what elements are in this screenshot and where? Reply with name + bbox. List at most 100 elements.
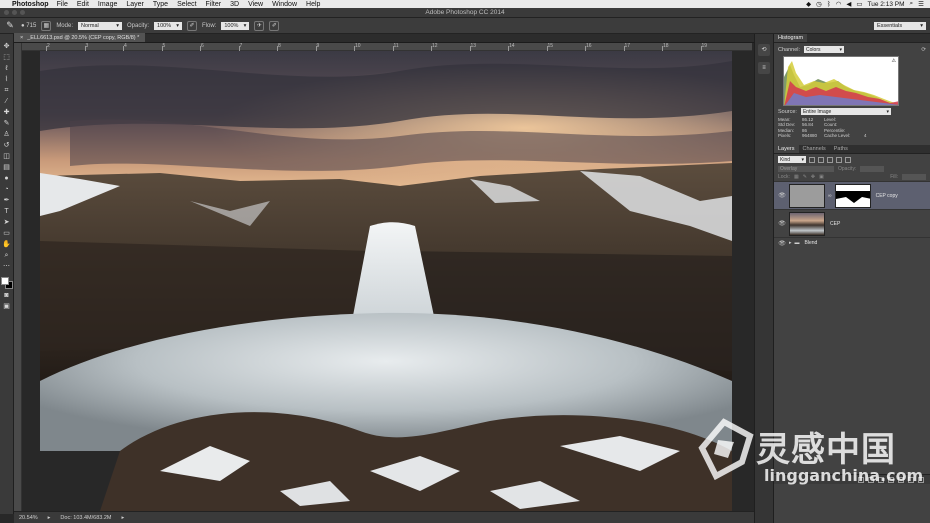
layer-row-cep[interactable]: 👁 CEP [774, 209, 930, 237]
color-swatches[interactable] [0, 277, 13, 289]
lasso-tool-icon[interactable]: ℓ [2, 64, 12, 73]
notification-center-icon[interactable]: ☰ [918, 0, 924, 8]
flow-field[interactable]: 100% ▾ [221, 21, 250, 30]
quick-mask-icon[interactable]: ◙ [2, 291, 12, 300]
foreground-color-swatch[interactable] [0, 277, 9, 285]
pen-tool-icon[interactable]: ✒ [2, 196, 12, 205]
battery-icon[interactable]: ▭ [856, 0, 862, 8]
kind-filter-dropdown[interactable]: Kind ▾ [778, 156, 806, 163]
filter-pixel-icon[interactable] [809, 156, 815, 163]
airbrush-icon[interactable]: ✈ [254, 20, 265, 31]
wifi-icon[interactable]: ◠ [836, 0, 842, 8]
filter-adjustment-icon[interactable] [818, 156, 824, 163]
layer-thumbnail[interactable] [789, 211, 825, 236]
path-selection-tool-icon[interactable]: ➤ [2, 218, 12, 227]
layer-opacity-field[interactable] [860, 166, 885, 172]
hand-tool-icon[interactable]: ✋ [2, 240, 12, 249]
brush-preset-picker[interactable]: ● 715 [21, 23, 36, 29]
visibility-eye-icon[interactable]: 👁 [778, 240, 786, 247]
menu-window[interactable]: Window [272, 1, 297, 8]
menu-filter[interactable]: Filter [206, 1, 222, 8]
crop-tool-icon[interactable]: ⌗ [2, 86, 12, 95]
tab-layers[interactable]: Layers [774, 145, 799, 153]
vertical-ruler[interactable] [14, 43, 22, 511]
screen-mode-icon[interactable]: ▣ [2, 302, 12, 311]
eyedropper-tool-icon[interactable]: ⁄ [2, 97, 12, 106]
bluetooth-icon[interactable]: ᛒ [827, 1, 831, 8]
close-tab-icon[interactable]: × [20, 35, 23, 41]
menu-edit[interactable]: Edit [77, 1, 89, 8]
time-machine-icon[interactable]: ◷ [816, 0, 822, 8]
clone-stamp-tool-icon[interactable]: ♙ [2, 130, 12, 139]
canvas-area[interactable] [22, 51, 752, 511]
minimize-window-button[interactable] [12, 10, 17, 15]
workspace-switcher[interactable]: Essentials ▾ [874, 21, 926, 30]
dodge-tool-icon[interactable]: ◔ [2, 185, 12, 194]
layer-mask-thumbnail[interactable] [834, 183, 871, 208]
document-tab[interactable]: × _ELL6613.psd @ 20.5% (CEP copy, RGB/8)… [14, 33, 146, 42]
fill-field[interactable] [902, 174, 926, 180]
lock-position-icon[interactable]: ✥ [811, 174, 815, 180]
shape-tool-icon[interactable]: ▭ [2, 229, 12, 238]
filter-shape-icon[interactable] [836, 156, 842, 163]
move-tool-icon[interactable]: ✥ [2, 42, 12, 51]
document-image[interactable] [40, 51, 732, 511]
dropbox-icon[interactable]: ◆ [806, 0, 811, 8]
gradient-tool-icon[interactable]: ▤ [2, 163, 12, 172]
brush-tool-icon[interactable]: ✎ [4, 20, 16, 32]
close-window-button[interactable] [4, 10, 9, 15]
blend-mode-dropdown[interactable]: Overlay [778, 166, 834, 172]
menu-layer[interactable]: Layer [126, 1, 144, 8]
properties-panel-icon[interactable]: ≡ [758, 62, 770, 74]
marquee-tool-icon[interactable]: ⬚ [2, 53, 12, 62]
warning-icon[interactable]: ⚠ [892, 58, 896, 64]
pressure-opacity-icon[interactable]: ✐ [187, 20, 198, 31]
menubar-clock[interactable]: Tue 2:13 PM [868, 1, 905, 8]
lock-pixels-icon[interactable]: ✎ [803, 174, 807, 180]
filter-type-icon[interactable] [827, 156, 833, 163]
layer-row-cep-copy[interactable]: 👁 ∞ CEP copy [774, 181, 930, 209]
horizontal-ruler[interactable]: 2 3 4 5 6 7 8 9 10 11 12 13 14 15 16 17 18 19 [22, 43, 752, 51]
channel-dropdown[interactable]: Colors ▾ [804, 46, 845, 53]
menu-file[interactable]: File [57, 1, 68, 8]
opacity-field[interactable]: 100% ▾ [154, 21, 183, 30]
volume-icon[interactable]: ◀ [846, 0, 851, 8]
layer-thumbnail[interactable] [789, 183, 825, 208]
menu-3d[interactable]: 3D [230, 1, 239, 8]
mode-dropdown[interactable]: Normal ▾ [78, 21, 122, 30]
zoom-window-button[interactable] [20, 10, 25, 15]
menu-help[interactable]: Help [306, 1, 320, 8]
pressure-size-icon[interactable]: ✐ [269, 20, 280, 31]
filter-smart-object-icon[interactable] [845, 156, 851, 163]
quick-select-tool-icon[interactable]: ⌇ [2, 75, 12, 84]
brush-panel-toggle-icon[interactable]: ▦ [41, 20, 52, 31]
zoom-tool-icon[interactable]: ⌕ [2, 251, 12, 260]
blur-tool-icon[interactable]: ● [2, 174, 12, 183]
history-brush-tool-icon[interactable]: ↺ [2, 141, 12, 150]
app-menu[interactable]: Photoshop [12, 1, 49, 8]
visibility-eye-icon[interactable]: 👁 [778, 192, 786, 199]
brush-tool-icon[interactable]: ✎ [2, 119, 12, 128]
menu-select[interactable]: Select [177, 1, 196, 8]
eraser-tool-icon[interactable]: ◫ [2, 152, 12, 161]
refresh-icon[interactable]: ⟳ [921, 47, 926, 53]
history-panel-icon[interactable]: ⟲ [758, 44, 770, 56]
lock-transparent-icon[interactable]: ▦ [794, 174, 799, 180]
menu-image[interactable]: Image [98, 1, 117, 8]
menu-type[interactable]: Type [153, 1, 168, 8]
tab-paths[interactable]: Paths [830, 145, 852, 153]
status-menu-icon[interactable]: ▸ [48, 515, 51, 521]
link-icon[interactable]: ∞ [828, 193, 832, 199]
expand-group-icon[interactable]: ▸ [789, 240, 792, 246]
spotlight-icon[interactable]: ⌕ [910, 0, 914, 8]
menu-view[interactable]: View [248, 1, 263, 8]
layer-row-blend-group[interactable]: 👁 ▸ ▬ Blend [774, 237, 930, 248]
healing-brush-tool-icon[interactable]: ✚ [2, 108, 12, 117]
lock-all-icon[interactable]: ▣ [819, 174, 824, 180]
zoom-level[interactable]: 20.54% [19, 515, 38, 521]
type-tool-icon[interactable]: T [2, 207, 12, 216]
tab-histogram[interactable]: Histogram [774, 34, 808, 42]
status-expand-icon[interactable]: ▸ [121, 515, 124, 521]
visibility-eye-icon[interactable]: 👁 [778, 220, 786, 227]
tab-channels[interactable]: Channels [799, 145, 830, 153]
